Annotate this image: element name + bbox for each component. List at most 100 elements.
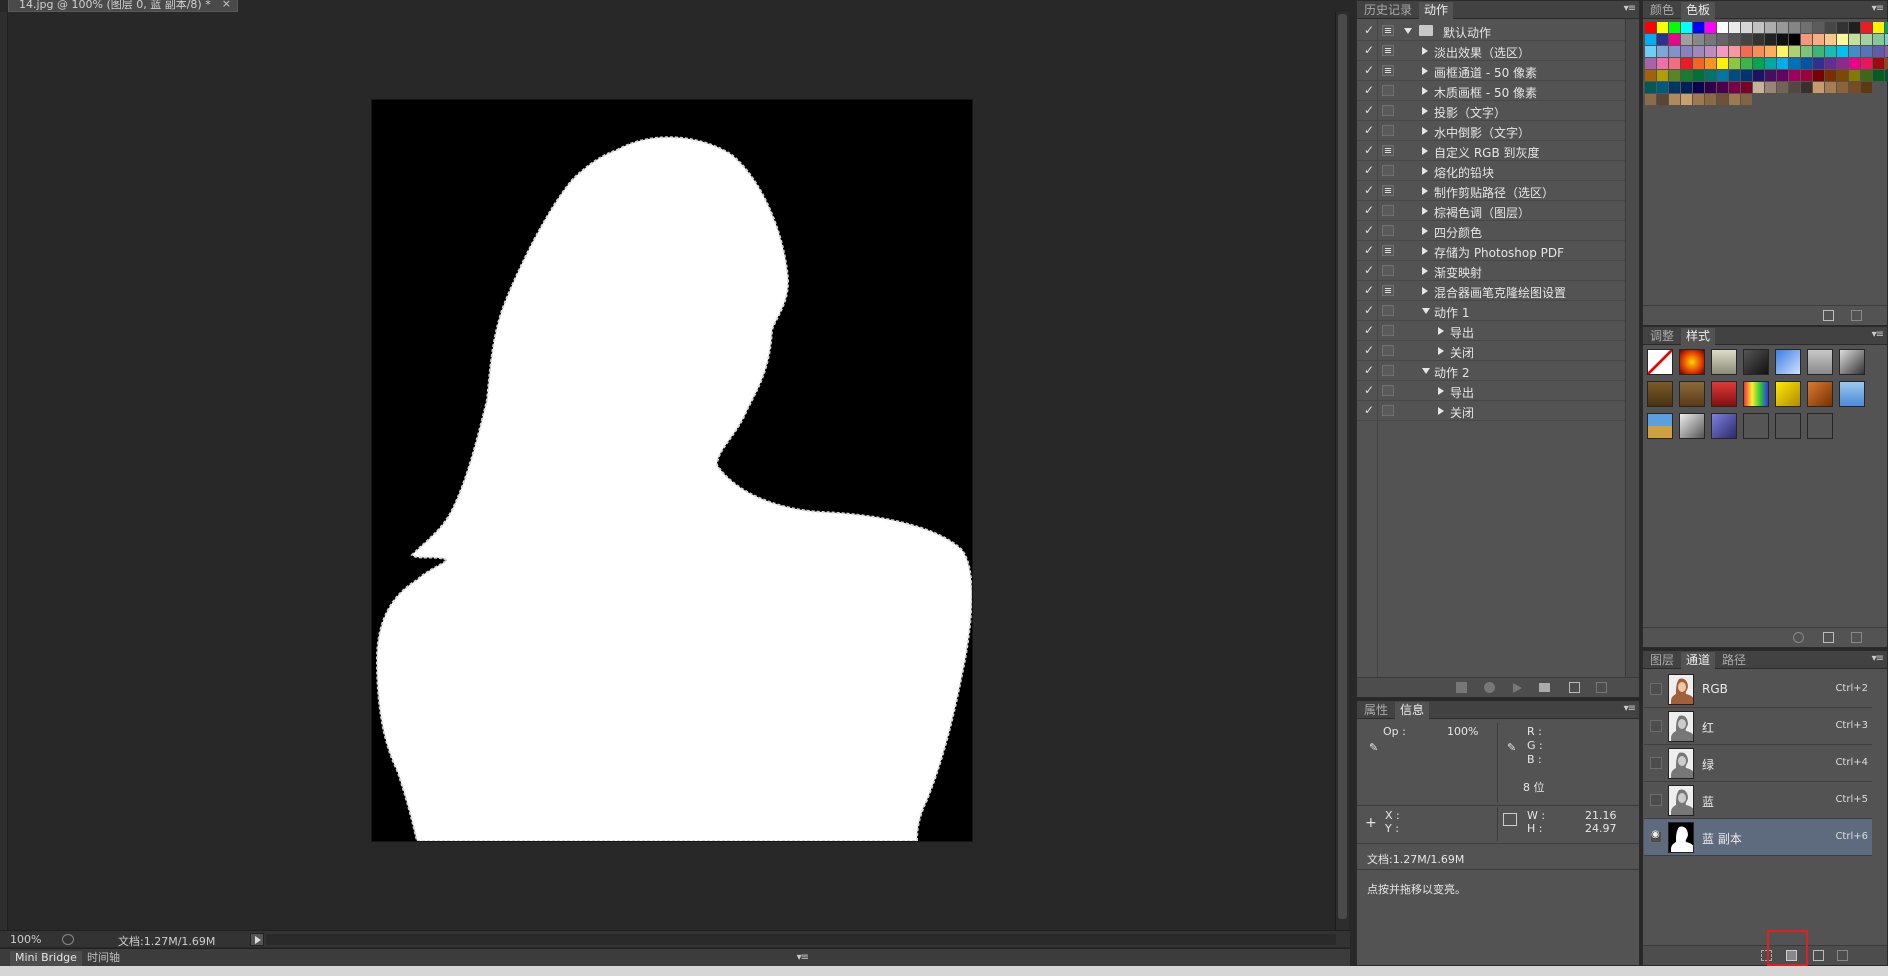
action-row[interactable]: ✓ 制作剪贴路径（选区） [1358, 181, 1626, 201]
swatch[interactable] [1753, 70, 1764, 81]
swatch[interactable] [1669, 46, 1680, 57]
dialog-toggle-icon[interactable] [1382, 285, 1394, 296]
swatch[interactable] [1645, 82, 1656, 93]
actions-scrollbar[interactable] [1625, 19, 1639, 679]
swatch[interactable] [1681, 94, 1692, 105]
eye-icon[interactable] [1650, 829, 1662, 843]
style-preset[interactable] [1647, 349, 1673, 375]
eye-icon[interactable] [1650, 794, 1662, 806]
style-preset[interactable] [1775, 381, 1801, 407]
swatch[interactable] [1861, 82, 1872, 93]
tab-mini-bridge[interactable]: Mini Bridge [10, 951, 82, 966]
swatch[interactable] [1801, 34, 1812, 45]
new-channel-icon[interactable] [1813, 950, 1824, 961]
swatch[interactable] [1669, 58, 1680, 69]
swatch[interactable] [1681, 70, 1692, 81]
swatch[interactable] [1729, 34, 1740, 45]
swatch[interactable] [1801, 70, 1812, 81]
swatch[interactable] [1789, 34, 1800, 45]
swatch[interactable] [1717, 82, 1728, 93]
swatch[interactable] [1753, 82, 1764, 93]
style-preset[interactable] [1839, 349, 1865, 375]
style-preset[interactable] [1743, 381, 1769, 407]
tab-layers[interactable]: 图层 [1645, 652, 1679, 669]
swatch[interactable] [1693, 22, 1704, 33]
swatch[interactable] [1669, 94, 1680, 105]
dialog-toggle-icon[interactable] [1382, 45, 1394, 56]
dialog-toggle-icon[interactable] [1382, 345, 1394, 356]
swatch[interactable] [1813, 46, 1824, 57]
style-preset[interactable] [1647, 413, 1673, 439]
check-icon[interactable]: ✓ [1364, 143, 1374, 157]
swatch[interactable] [1681, 82, 1692, 93]
tab-timeline[interactable]: 时间轴 [82, 951, 125, 966]
check-icon[interactable]: ✓ [1364, 383, 1374, 397]
action-row[interactable]: ✓ 画框通道 - 50 像素 [1358, 61, 1626, 81]
swatch[interactable] [1813, 34, 1824, 45]
chevron-down-icon[interactable] [1422, 308, 1430, 314]
chevron-right-icon[interactable] [1422, 187, 1428, 195]
dialog-toggle-icon[interactable] [1382, 305, 1394, 316]
swatch[interactable] [1693, 46, 1704, 57]
swatch[interactable] [1849, 82, 1860, 93]
swatch[interactable] [1681, 46, 1692, 57]
action-row[interactable]: ✓ 动作 1 [1358, 301, 1626, 321]
style-preset[interactable] [1775, 349, 1801, 375]
dialog-toggle-icon[interactable] [1382, 65, 1394, 76]
swatch[interactable] [1789, 46, 1800, 57]
panel-menu-icon[interactable]: ▾≡ [1872, 329, 1884, 340]
check-icon[interactable]: ✓ [1364, 203, 1374, 217]
swatch[interactable] [1693, 82, 1704, 93]
chevron-right-icon[interactable] [1438, 347, 1444, 355]
folder-icon[interactable] [1539, 683, 1550, 692]
swatch[interactable] [1765, 70, 1776, 81]
dialog-toggle-icon[interactable] [1382, 185, 1394, 196]
scrollbar-thumb[interactable] [1338, 14, 1347, 919]
chevron-right-icon[interactable] [1422, 47, 1428, 55]
style-preset[interactable] [1679, 381, 1705, 407]
channel-row[interactable]: RGB Ctrl+2 [1644, 671, 1872, 708]
swatch[interactable] [1657, 58, 1668, 69]
chevron-right-icon[interactable] [1422, 127, 1428, 135]
swatch[interactable] [1705, 34, 1716, 45]
swatch[interactable] [1813, 22, 1824, 33]
swatch[interactable] [1837, 22, 1848, 33]
swatch[interactable] [1729, 94, 1740, 105]
channel-row[interactable]: 绿 Ctrl+4 [1644, 745, 1872, 782]
style-preset[interactable] [1839, 381, 1865, 407]
new-swatch-icon[interactable] [1823, 310, 1834, 321]
swatch[interactable] [1825, 58, 1836, 69]
chevron-right-icon[interactable] [1422, 287, 1428, 295]
swatch[interactable] [1741, 34, 1752, 45]
swatch[interactable] [1681, 22, 1692, 33]
swatch[interactable] [1825, 82, 1836, 93]
chevron-down-icon[interactable] [1422, 368, 1430, 374]
swatch[interactable] [1741, 22, 1752, 33]
swatch[interactable] [1741, 94, 1752, 105]
swatch[interactable] [1693, 70, 1704, 81]
swatch[interactable] [1825, 22, 1836, 33]
tab-properties[interactable]: 属性 [1359, 702, 1393, 719]
canvas-horizontal-scrollbar[interactable] [266, 934, 1336, 945]
trash-icon[interactable] [1851, 310, 1862, 321]
trash-icon[interactable] [1837, 950, 1848, 961]
swatch[interactable] [1789, 22, 1800, 33]
dialog-toggle-icon[interactable] [1382, 325, 1394, 336]
swatch[interactable] [1645, 46, 1656, 57]
swatch[interactable] [1705, 70, 1716, 81]
swatch[interactable] [1837, 70, 1848, 81]
action-row[interactable]: ✓ 默认动作 [1358, 21, 1626, 41]
swatch[interactable] [1717, 22, 1728, 33]
swatch[interactable] [1861, 22, 1872, 33]
swatch[interactable] [1681, 58, 1692, 69]
check-icon[interactable]: ✓ [1364, 163, 1374, 177]
swatch[interactable] [1717, 58, 1728, 69]
tab-styles[interactable]: 样式 [1681, 328, 1716, 345]
zoom-level[interactable]: 100% [10, 933, 41, 946]
swatch[interactable] [1657, 94, 1668, 105]
swatch[interactable] [1849, 58, 1860, 69]
panel-menu-icon[interactable]: ▾≡ [1872, 3, 1884, 14]
action-row[interactable]: ✓ 自定义 RGB 到灰度 [1358, 141, 1626, 161]
swatch[interactable] [1837, 58, 1848, 69]
dialog-toggle-icon[interactable] [1382, 405, 1394, 416]
